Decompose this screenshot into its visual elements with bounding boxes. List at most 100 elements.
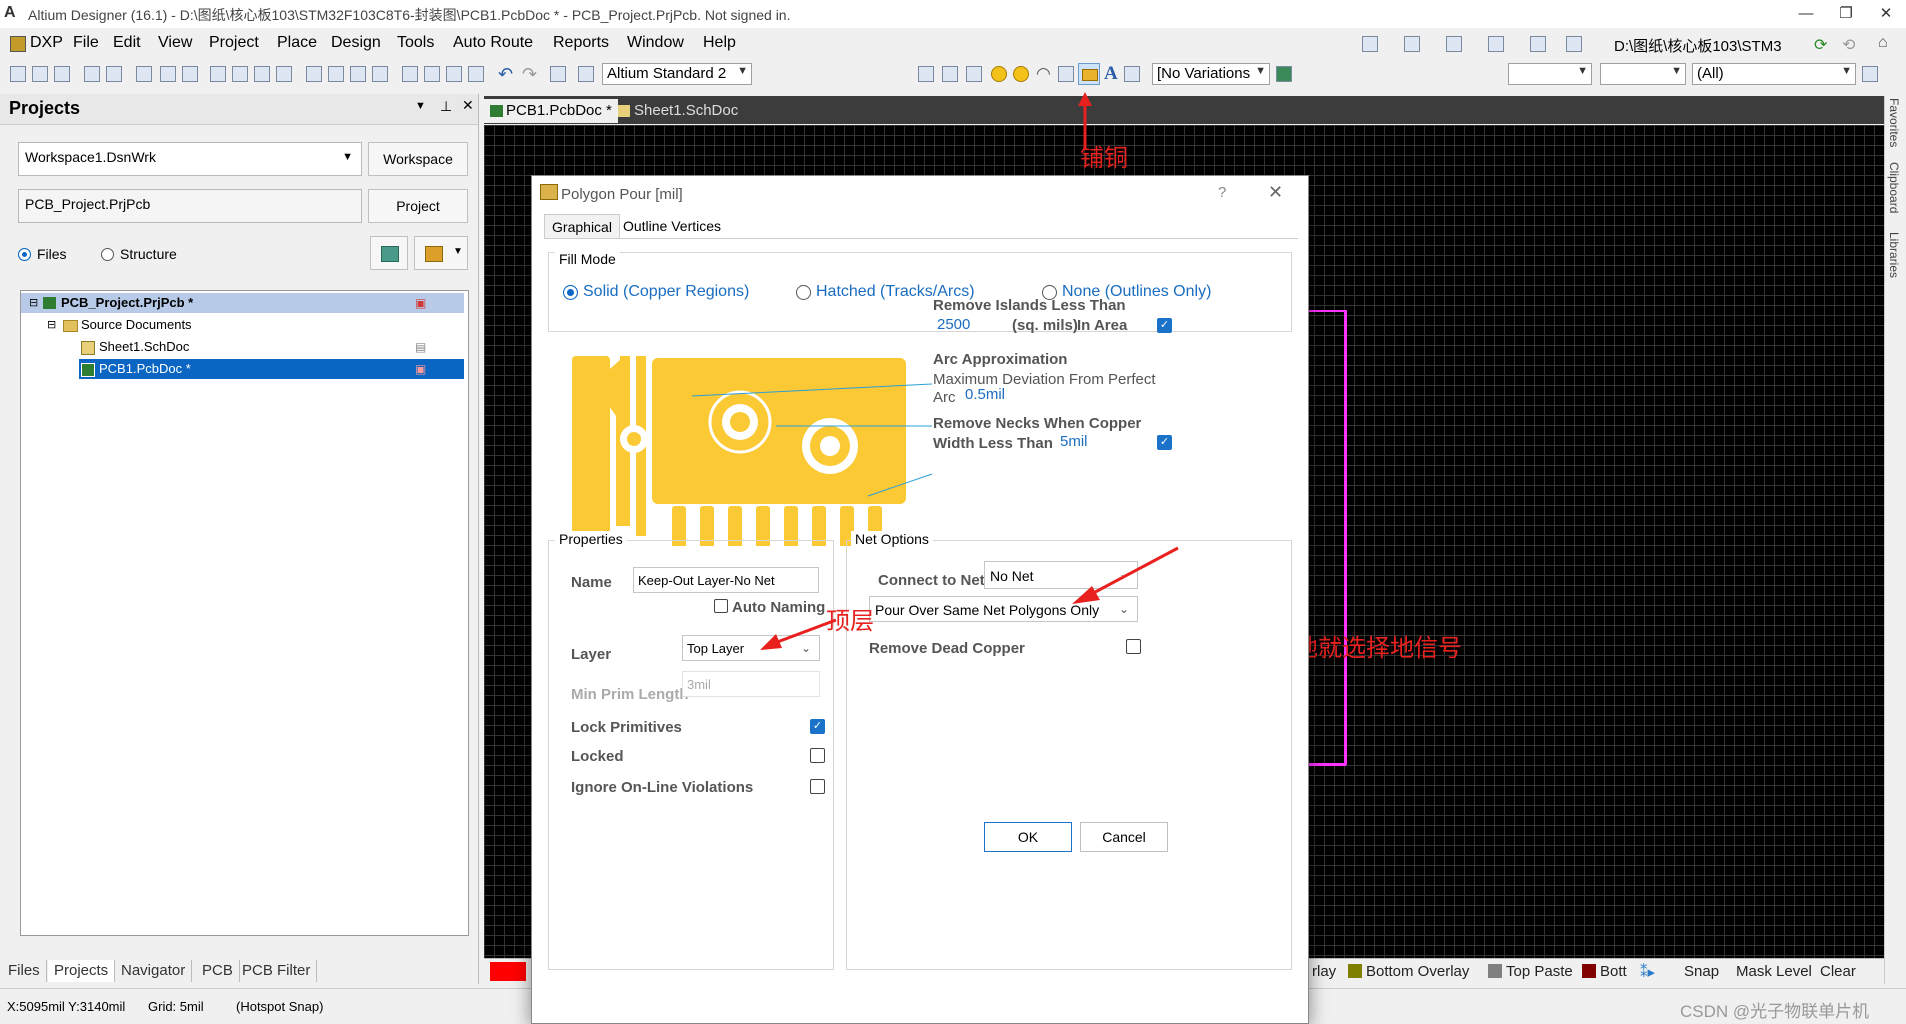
arc-approx-value[interactable]: 0.5mil (965, 386, 1005, 403)
new-file-icon[interactable] (10, 66, 26, 82)
zoom-fit-icon[interactable] (210, 66, 226, 82)
tree-row-pcbdoc[interactable]: PCB1.PcbDoc * ▣ (79, 359, 464, 379)
tab-sheet1-schdoc[interactable]: Sheet1.SchDoc (612, 99, 744, 123)
compile-button[interactable] (370, 236, 408, 270)
tree-row-folder[interactable]: ⊟ Source Documents (21, 315, 464, 335)
remove-dead-copper-checkbox[interactable] (1126, 639, 1141, 654)
panel-close-icon[interactable]: ✕ (462, 97, 474, 114)
lock-primitives-checkbox[interactable]: ✓ (810, 719, 825, 734)
tab-files[interactable]: Files (2, 960, 47, 982)
diff-pair-route-icon[interactable] (942, 66, 958, 82)
project-field[interactable]: PCB_Project.PrjPcb (18, 189, 362, 223)
clear-filter-icon[interactable] (468, 66, 484, 82)
radio-structure[interactable]: Structure (101, 246, 177, 262)
menu-place[interactable]: Place (277, 34, 317, 52)
browse-components-icon[interactable] (578, 66, 594, 82)
snap-button[interactable]: Snap (1684, 963, 1719, 980)
remove-islands-value[interactable]: 2500 (937, 316, 970, 333)
remove-necks-checkbox[interactable]: ✓ (1157, 435, 1172, 450)
print-icon[interactable] (84, 66, 100, 82)
variations-select[interactable]: [No Variations ▼ (1152, 63, 1270, 85)
menu-dxp[interactable]: DXP (30, 34, 63, 52)
align-tool-icon[interactable] (1488, 36, 1504, 52)
workspace-button[interactable]: Workspace (368, 142, 468, 176)
menu-tools[interactable]: Tools (397, 34, 434, 52)
menu-design[interactable]: Design (331, 34, 381, 52)
layer-tab-bott[interactable]: Bott (1582, 963, 1627, 980)
select-area-icon[interactable] (402, 66, 418, 82)
filter-select-2[interactable]: ▼ (1600, 63, 1686, 85)
open-file-icon[interactable] (32, 66, 48, 82)
string-icon[interactable]: A (1104, 63, 1118, 85)
tree-row-project[interactable]: ⊟ PCB_Project.PrjPcb * ▣ (21, 293, 464, 313)
mask-level-button[interactable]: Mask Level (1736, 963, 1812, 980)
polygon-pour-button[interactable] (1078, 63, 1100, 85)
menu-view[interactable]: View (158, 34, 192, 52)
menu-project[interactable]: Project (209, 34, 259, 52)
workspace-select[interactable]: Workspace1.DsnWrk ▼ (18, 142, 362, 176)
multi-route-icon[interactable] (966, 66, 982, 82)
help-button[interactable]: ? (1218, 184, 1226, 201)
filter-select-1[interactable]: ▼ (1508, 63, 1592, 85)
undo-icon[interactable]: ↶ (498, 64, 513, 85)
menu-reports[interactable]: Reports (553, 34, 609, 52)
tree-row-schdoc[interactable]: Sheet1.SchDoc ▤ (21, 337, 464, 357)
layer-tab-bottom-overlay[interactable]: Bottom Overlay (1348, 963, 1469, 980)
radio-solid[interactable]: Solid (Copper Regions) (563, 283, 749, 301)
tab-pcb[interactable]: PCB (196, 960, 240, 982)
tab-navigator[interactable]: Navigator (115, 960, 193, 982)
filter-tool-icon[interactable] (1446, 36, 1462, 52)
back-icon[interactable]: ⟲ (1842, 35, 1855, 55)
tab-projects[interactable]: Projects (48, 960, 116, 982)
zoom-area-icon[interactable] (232, 66, 248, 82)
copy-icon[interactable] (328, 66, 344, 82)
current-layer-swatch[interactable] (490, 962, 526, 981)
home-icon[interactable]: ⌂ (1878, 34, 1888, 52)
view-config-select[interactable]: Altium Standard 2 ▼ (602, 63, 752, 85)
filter-all-select[interactable]: (All) ▼ (1692, 63, 1856, 85)
ok-button[interactable]: OK (984, 822, 1072, 852)
fill-icon[interactable] (1058, 66, 1074, 82)
clear-button[interactable]: Clear (1820, 963, 1856, 980)
layer-sets-icon[interactable]: ⁑▸ (1640, 963, 1655, 981)
tab-libraries[interactable]: Libraries (1887, 232, 1901, 278)
select-tool-icon[interactable] (1530, 36, 1546, 52)
pad-icon[interactable] (991, 66, 1007, 82)
arc-icon[interactable]: ◠ (1036, 64, 1051, 84)
paste-icon[interactable] (350, 66, 366, 82)
tab-outline-vertices[interactable]: Outline Vertices (622, 214, 722, 238)
radio-files[interactable]: Files (18, 246, 67, 262)
menu-file[interactable]: File (73, 34, 99, 52)
design-tool-icon[interactable] (1362, 36, 1378, 52)
via-icon[interactable] (1013, 66, 1029, 82)
save-icon[interactable] (54, 66, 70, 82)
panel-menu-icon[interactable]: ▼ (415, 100, 426, 112)
layer-stack-icon[interactable] (182, 66, 198, 82)
cancel-button[interactable]: Cancel (1080, 822, 1168, 852)
layer-tab-partial[interactable]: rlay (1312, 963, 1336, 980)
rubber-stamp-icon[interactable] (372, 66, 388, 82)
move-icon[interactable] (424, 66, 440, 82)
menu-help[interactable]: Help (703, 34, 736, 52)
report-tool-icon[interactable] (1404, 36, 1420, 52)
auto-naming-checkbox[interactable] (714, 599, 728, 613)
tab-graphical[interactable]: Graphical (544, 214, 620, 239)
restore-button[interactable]: ❐ (1826, 2, 1866, 26)
redo-icon[interactable]: ↷ (522, 64, 537, 85)
menu-edit[interactable]: Edit (113, 34, 141, 52)
tab-favorites[interactable]: Favorites (1887, 98, 1901, 147)
tab-pcb-filter[interactable]: PCB Filter (236, 960, 318, 982)
menu-window[interactable]: Window (627, 34, 684, 52)
component-icon[interactable] (1124, 66, 1140, 82)
project-button[interactable]: Project (368, 189, 468, 223)
board-icon[interactable] (160, 66, 176, 82)
necks-width-value[interactable]: 5mil (1060, 433, 1088, 450)
print-preview-icon[interactable] (106, 66, 122, 82)
tab-clipboard[interactable]: Clipboard (1887, 162, 1901, 213)
deselect-icon[interactable] (446, 66, 462, 82)
grid-tool-icon[interactable] (1566, 36, 1582, 52)
zoom-selected-icon[interactable] (254, 66, 270, 82)
collapse-icon[interactable]: ⊟ (29, 293, 38, 313)
tab-pcb1-pcbdoc[interactable]: PCB1.PcbDoc * (484, 99, 618, 123)
pin-icon[interactable]: ⊥ (440, 98, 452, 115)
